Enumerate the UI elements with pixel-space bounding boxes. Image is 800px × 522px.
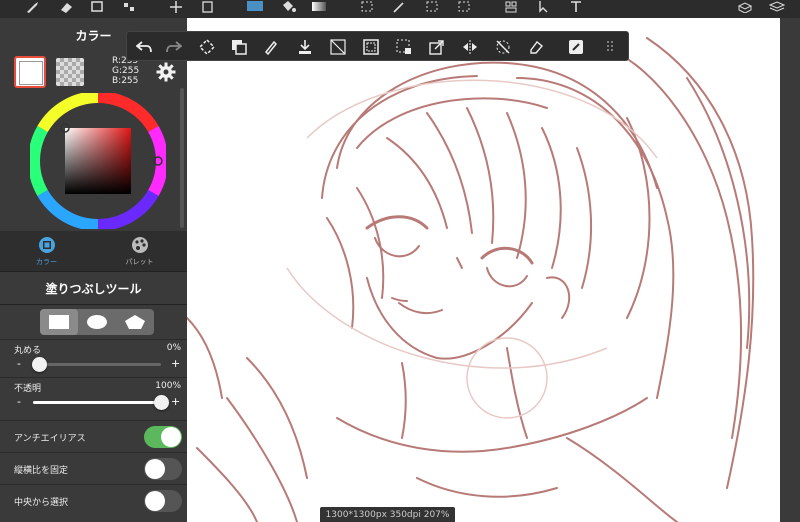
select-from-center-toggle-thumb	[145, 491, 165, 511]
opacity-increase-button[interactable]: +	[171, 395, 180, 408]
rectangle-icon	[49, 315, 69, 329]
deselect-icon[interactable]	[492, 36, 514, 58]
left-panel: カラー R:255 G:255 B:255 カラー パレット 塗りつぶしツール …	[0, 18, 187, 522]
sub-color-swatch[interactable]	[56, 58, 84, 86]
round-slider-knob[interactable]	[32, 357, 48, 372]
fixed-aspect-toggle-thumb	[145, 459, 165, 479]
fixed-aspect-toggle[interactable]	[144, 458, 182, 480]
snap-icon[interactable]	[393, 36, 415, 58]
text-icon[interactable]	[565, 0, 587, 14]
polygon-icon	[125, 315, 145, 329]
color-swatch-icon[interactable]	[244, 0, 266, 14]
rgb-b: B:255	[112, 76, 139, 86]
canvas-right-strip	[780, 18, 800, 522]
transform-icon[interactable]	[197, 0, 219, 14]
copy-paste-icon[interactable]	[426, 36, 448, 58]
select-from-center-label: 中央から選択	[14, 498, 69, 508]
rgb-g: G:255	[112, 66, 140, 76]
polygon-shape-button[interactable]	[116, 309, 154, 335]
round-slider[interactable]	[32, 357, 161, 372]
tool-panel-title: 塗りつぶしツール	[0, 271, 187, 305]
antialias-label: アンチエイリアス	[14, 434, 86, 444]
select-pen-icon[interactable]	[421, 0, 443, 14]
pen-icon[interactable]	[260, 36, 282, 58]
tab-color[interactable]: カラー	[0, 231, 93, 271]
eraser-clear-icon[interactable]	[525, 36, 547, 58]
drawing-canvas[interactable]	[187, 18, 780, 522]
fill-toggle-icon[interactable]	[565, 36, 587, 58]
round-increase-button[interactable]: +	[171, 357, 180, 370]
color-picker-area	[0, 88, 187, 231]
invert-selection-icon[interactable]	[196, 36, 218, 58]
fill-bucket-icon[interactable]	[277, 0, 299, 14]
tab-palette-label: パレット	[125, 257, 154, 266]
layers-icon[interactable]	[766, 0, 788, 14]
opacity-slider[interactable]	[33, 395, 169, 410]
shape-selector	[0, 305, 187, 339]
opacity-slider-fill	[33, 401, 161, 404]
redo-icon[interactable]	[163, 36, 185, 58]
clear-icon[interactable]	[327, 36, 349, 58]
round-value: 0%	[166, 343, 181, 353]
gear-icon[interactable]	[155, 61, 177, 83]
fixed-aspect-row: 縦横比を固定	[0, 452, 187, 484]
fixed-aspect-label: 縦横比を固定	[14, 466, 69, 476]
rectangle-shape-button[interactable]	[40, 309, 78, 335]
select-eraser-icon[interactable]	[453, 0, 475, 14]
rect-select-icon[interactable]	[86, 0, 108, 14]
materials-icon[interactable]	[734, 0, 756, 14]
eraser-icon[interactable]	[55, 0, 77, 14]
select-all-icon[interactable]	[360, 36, 382, 58]
floating-toolbar	[126, 31, 629, 61]
ellipse-icon	[87, 315, 107, 329]
color-wheel[interactable]	[30, 93, 166, 229]
tab-color-label: カラー	[36, 257, 57, 266]
opacity-label: 不透明	[14, 384, 42, 394]
fill-layer-icon[interactable]	[228, 36, 250, 58]
ellipse-shape-button[interactable]	[78, 309, 116, 335]
opacity-setting: 不透明 100% - +	[0, 377, 187, 420]
sketch-artwork	[187, 37, 755, 522]
palette-icon	[131, 236, 148, 253]
tab-palette[interactable]: パレット	[93, 231, 186, 271]
antialias-toggle[interactable]	[144, 426, 182, 448]
dots-icon[interactable]	[118, 0, 140, 14]
lasso-select-icon[interactable]	[356, 0, 378, 14]
opacity-decrease-button[interactable]: -	[17, 395, 21, 408]
round-setting: 丸める 0% - +	[0, 339, 187, 377]
select-from-center-toggle[interactable]	[144, 490, 182, 512]
app-toolbar	[0, 0, 800, 18]
more-icon[interactable]	[600, 36, 622, 58]
pointer-icon[interactable]	[533, 0, 555, 14]
layout-icon[interactable]	[500, 0, 522, 14]
panel-scrollbar[interactable]	[180, 88, 184, 228]
round-label: 丸める	[14, 346, 42, 356]
main-color-swatch[interactable]	[14, 56, 46, 88]
magic-wand-icon[interactable]	[388, 0, 410, 14]
undo-icon[interactable]	[133, 36, 155, 58]
opacity-value: 100%	[155, 381, 181, 391]
move-icon[interactable]	[165, 0, 187, 14]
brush-icon[interactable]	[22, 0, 44, 14]
antialias-row: アンチエイリアス	[0, 420, 187, 452]
antialias-toggle-thumb	[161, 427, 181, 447]
download-icon[interactable]	[294, 36, 316, 58]
select-from-center-row: 中央から選択	[0, 484, 187, 516]
gradient-icon[interactable]	[308, 0, 330, 14]
canvas-status: 1300*1300px 350dpi 207%	[320, 507, 455, 522]
flip-icon[interactable]	[459, 36, 481, 58]
color-tab-icon	[38, 236, 55, 253]
opacity-slider-knob[interactable]	[154, 395, 169, 410]
shape-group	[40, 309, 154, 335]
round-decrease-button[interactable]: -	[17, 357, 21, 370]
color-tabs: カラー パレット	[0, 231, 187, 271]
